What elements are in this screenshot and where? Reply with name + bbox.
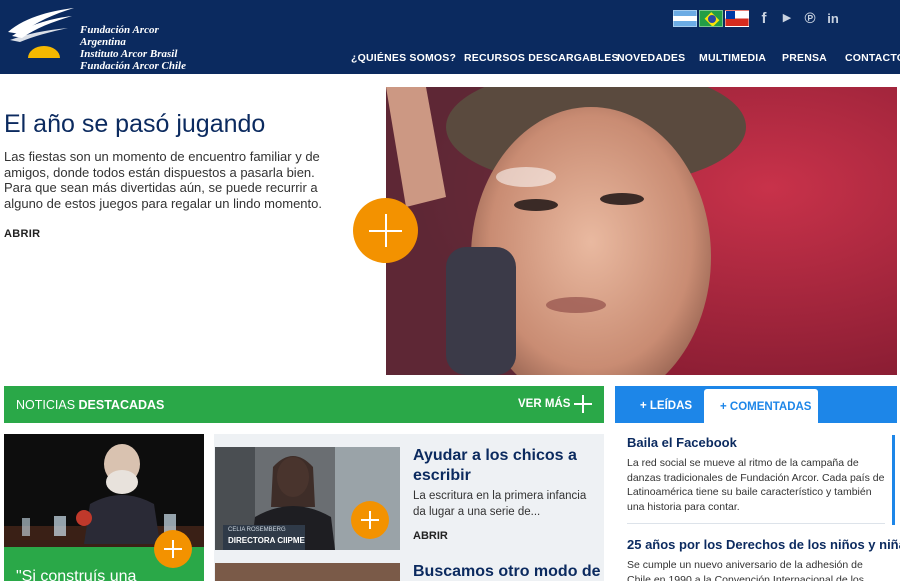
brazil-flag-icon[interactable] [699, 10, 723, 27]
news-card-escribir-lower-third: CELIA ROSEMBERG DIRECTORA CIIPME [223, 525, 305, 550]
news-card-escribir-excerpt: La escritura en la primera infancia da l… [413, 490, 587, 518]
news-card-escribir-title[interactable]: Ayudar a los chicos a escribir [413, 446, 598, 486]
lower-third-role: DIRECTORA CIIPME [228, 536, 305, 545]
sidebar-tabs: + LEÍDAS + COMENTADAS [615, 386, 897, 423]
hero-title: El año se pasó jugando [4, 110, 266, 138]
tab-mas-comentadas-label: + COMENTADAS [720, 401, 812, 413]
news-card-featured-plus-icon[interactable] [154, 530, 192, 568]
lower-third-name: CELIA ROSEMBERG [228, 527, 286, 533]
sidebar-item-title[interactable]: 25 años por los Derechos de los niños y … [627, 537, 900, 552]
facebook-icon[interactable]: f [756, 9, 772, 28]
nav-recursos-descargables[interactable]: RECURSOS DESCARGABLES [464, 52, 619, 64]
news-card-otro-modo-image[interactable] [215, 563, 400, 581]
youtube-icon[interactable]: ▶ [779, 9, 795, 28]
news-section-title: NOTICIAS DESTACADAS [16, 398, 164, 412]
hero-open-link[interactable]: ABRIR [4, 228, 40, 240]
sidebar-item-text: Se cumple un nuevo aniversario de la adh… [627, 559, 864, 581]
nav-contacto[interactable]: CONTACTO [845, 52, 900, 64]
news-section-header: NOTICIAS DESTACADAS VER MÁS [4, 386, 604, 423]
hero-expand-plus-icon[interactable] [353, 198, 418, 263]
news-title-light: NOTICIAS [16, 398, 79, 412]
news-card-featured-title: "Si construís una [16, 568, 137, 581]
argentina-flag-icon[interactable] [673, 10, 697, 27]
pinterest-icon[interactable]: ℗ [802, 9, 818, 28]
country-selector [673, 10, 749, 27]
social-links: f ▶ ℗ in [756, 9, 841, 28]
news-card-escribir-plus-icon[interactable] [351, 501, 389, 539]
sidebar-divider [627, 523, 885, 524]
chile-flag-icon[interactable] [725, 10, 749, 27]
ver-mas-link[interactable]: VER MÁS [518, 398, 570, 410]
site-header: Fundación Arcor Argentina Instituto Arco… [0, 0, 900, 74]
sidebar-item-text: La red social se mueve al ritmo de la ca… [627, 457, 885, 513]
ver-mas-plus-icon[interactable] [574, 395, 592, 413]
nav-multimedia[interactable]: MULTIMEDIA [699, 52, 766, 64]
news-card-featured[interactable]: "Si construís una [4, 434, 204, 581]
news-title-bold: DESTACADAS [78, 398, 165, 412]
news-card-otro-modo-title[interactable]: Buscamos otro modo de [413, 563, 603, 581]
most-commented-list: Baila el Facebook La red social se mueve… [615, 423, 900, 581]
hero-image[interactable] [386, 87, 897, 375]
sidebar-scrollbar[interactable] [892, 435, 895, 525]
news-card-escribir-open-link[interactable]: ABRIR [413, 530, 448, 542]
main-nav: ¿QUIÉNES SOMOS? RECURSOS DESCARGABLES NO… [0, 52, 900, 68]
logo-line-argentina: Fundación Arcor Argentina [80, 24, 159, 48]
nav-novedades[interactable]: NOVEDADES [617, 52, 685, 64]
linkedin-icon[interactable]: in [825, 9, 841, 28]
nav-prensa[interactable]: PRENSA [782, 52, 827, 64]
sidebar-item-title[interactable]: Baila el Facebook [627, 435, 737, 450]
nav-quienes-somos[interactable]: ¿QUIÉNES SOMOS? [351, 52, 456, 64]
tab-mas-leidas[interactable]: + LEÍDAS [640, 400, 692, 412]
tab-mas-comentadas[interactable]: + COMENTADAS [704, 389, 818, 423]
hero-description: Las fiestas son un momento de encuentro … [4, 149, 322, 211]
